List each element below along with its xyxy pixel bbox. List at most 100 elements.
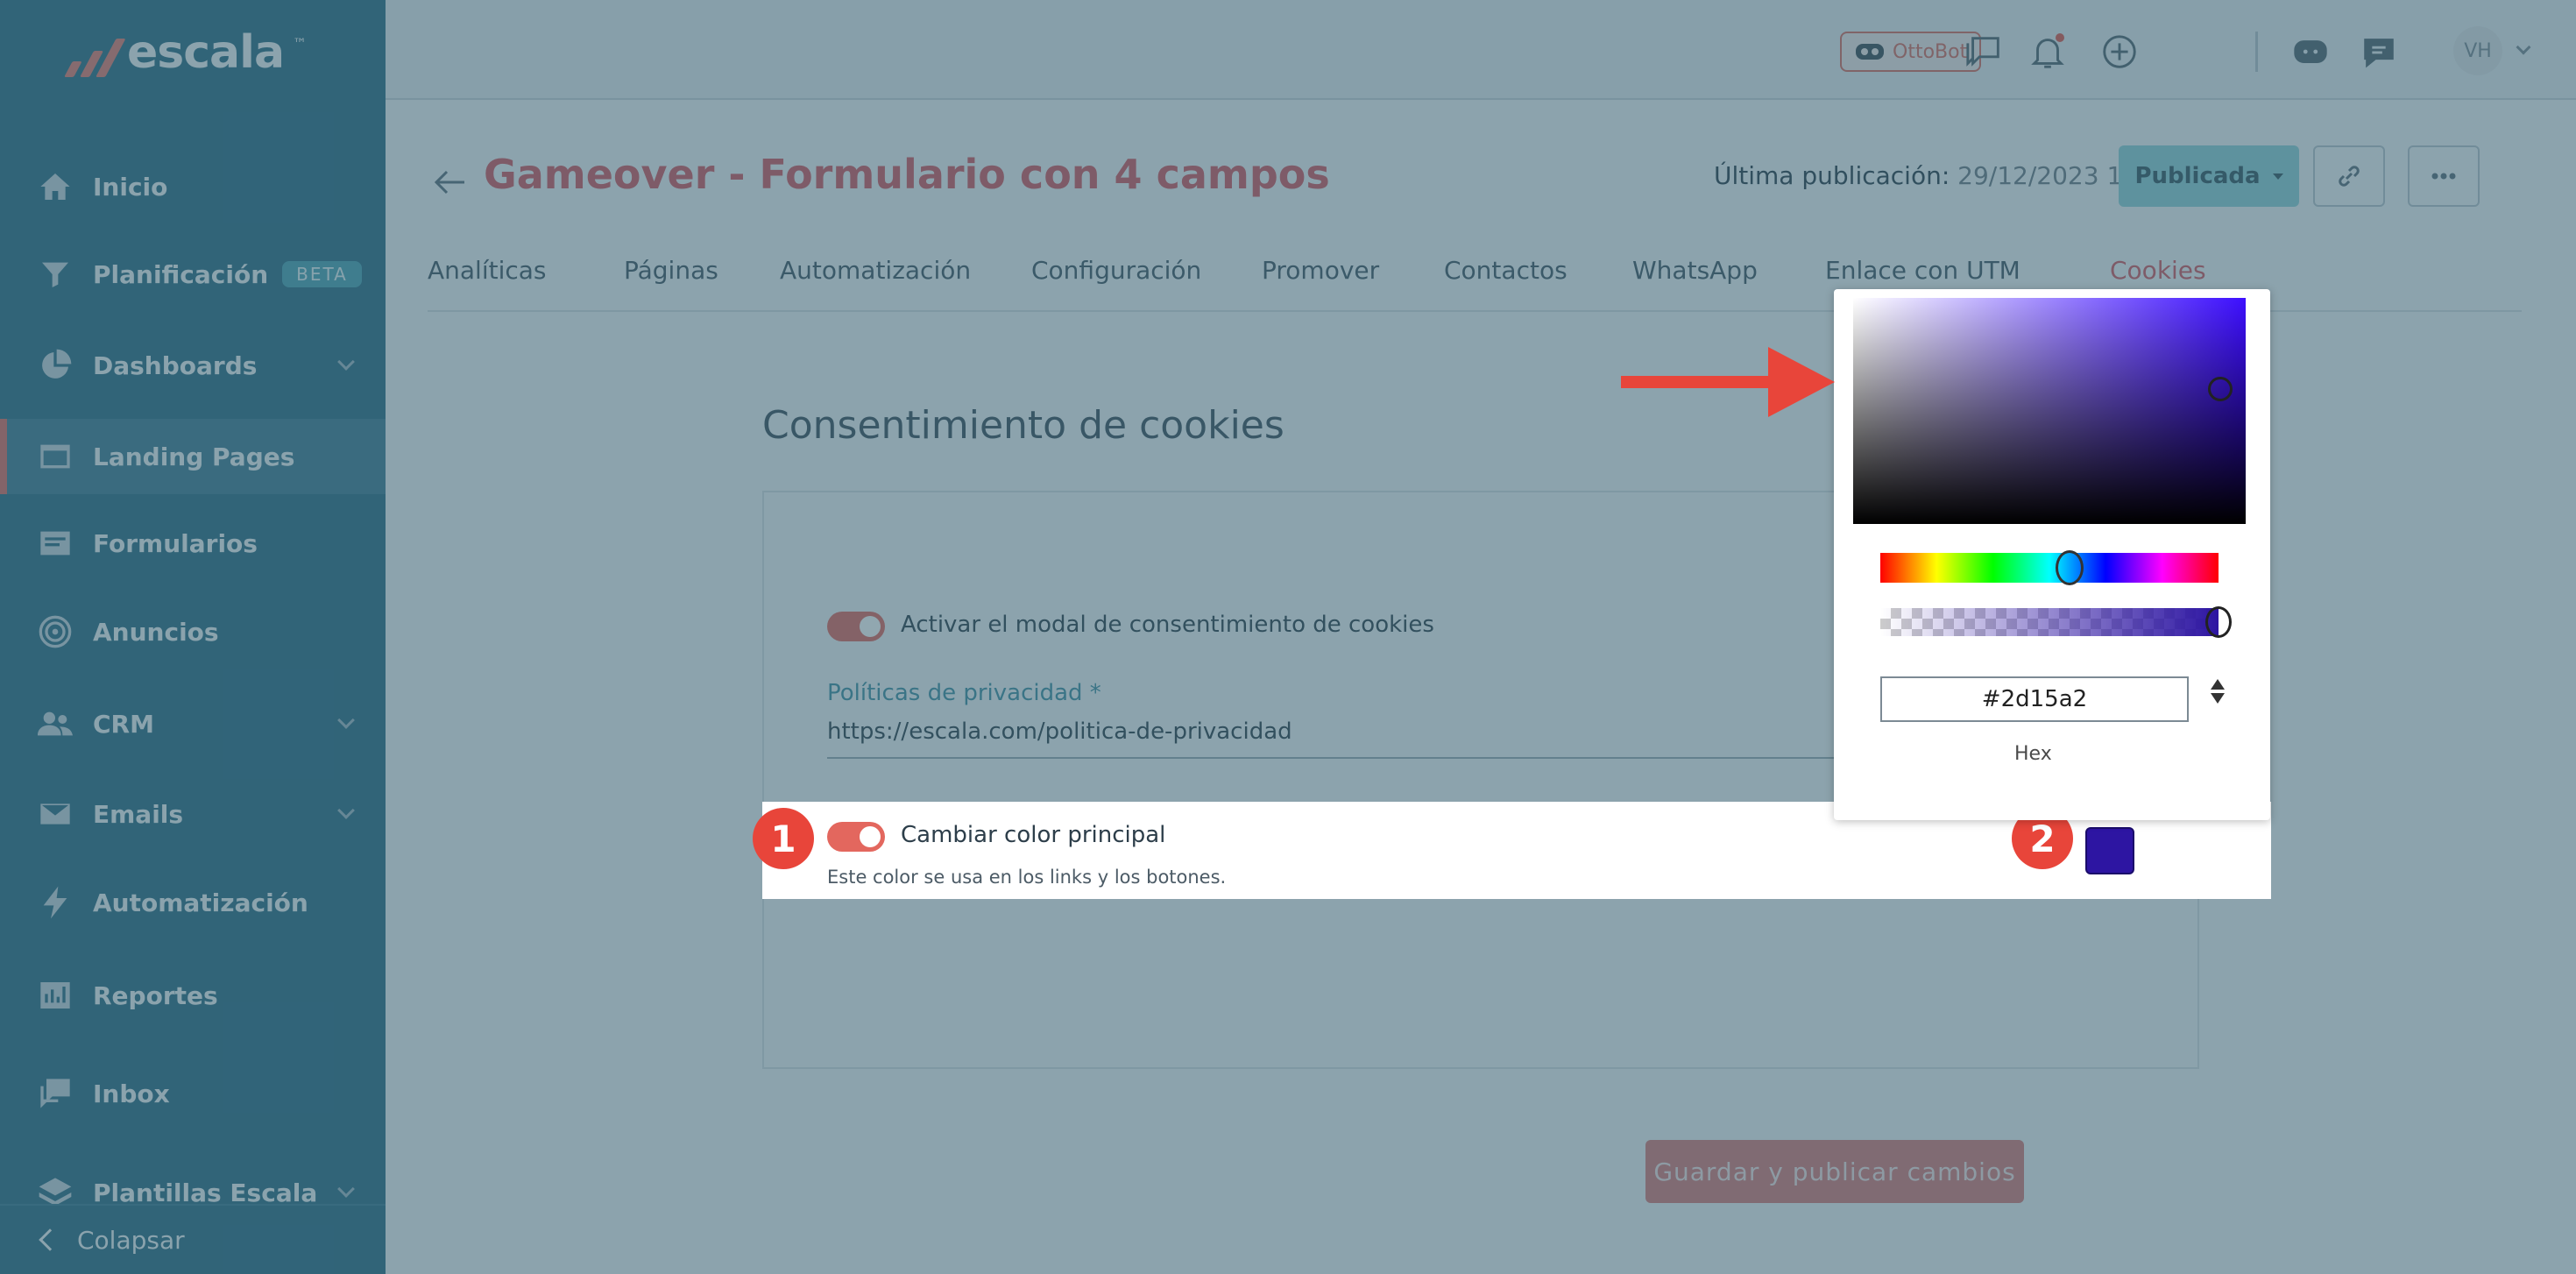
bar-report-icon bbox=[35, 975, 75, 1016]
tab-enlace-utm[interactable]: Enlace con UTM bbox=[1825, 256, 2020, 285]
tab-contactos[interactable]: Contactos bbox=[1444, 256, 1568, 285]
sidebar-item-label: Anuncios bbox=[93, 617, 219, 647]
sidebar-item-label: Planificación bbox=[93, 259, 269, 289]
browser-window-icon bbox=[35, 436, 75, 477]
bell-icon[interactable] bbox=[2026, 30, 2070, 74]
privacy-policy-input[interactable]: https://escala.com/politica-de-privacida… bbox=[827, 718, 1849, 759]
publish-status-button[interactable]: Publicada bbox=[2119, 145, 2299, 207]
plus-circle-icon[interactable] bbox=[2098, 30, 2141, 74]
sidebar-item-label: Dashboards bbox=[93, 350, 258, 380]
sidebar-item-label: Landing Pages bbox=[93, 442, 295, 471]
hex-input[interactable] bbox=[1880, 676, 2189, 722]
messages-icon[interactable] bbox=[1963, 30, 2006, 74]
ellipsis-icon bbox=[2431, 173, 2456, 180]
sidebar-item-formularios[interactable]: Formularios bbox=[0, 506, 386, 581]
page-title: Gameover - Formulario con 4 campos bbox=[484, 151, 1330, 198]
privacy-policy-label: Políticas de privacidad * bbox=[827, 680, 1101, 706]
color-mode-label: Hex bbox=[2014, 743, 2052, 765]
sidebar-item-crm[interactable]: CRM bbox=[0, 686, 386, 761]
sidebar-item-reportes[interactable]: Reportes bbox=[0, 958, 386, 1033]
triangle-down-icon bbox=[2211, 693, 2225, 704]
tab-paginas[interactable]: Páginas bbox=[624, 256, 718, 285]
chevron-down-icon bbox=[337, 711, 355, 729]
annotation-arrow-icon bbox=[1621, 347, 1835, 417]
sidebar-item-label: Emails bbox=[93, 799, 184, 829]
collapse-label: Colapsar bbox=[77, 1225, 185, 1255]
section-title: Consentimiento de cookies bbox=[762, 403, 1284, 448]
user-avatar[interactable]: VH bbox=[2453, 26, 2502, 75]
alpha-slider[interactable] bbox=[1880, 608, 2219, 636]
last-publication-label: Última publicación: bbox=[1714, 161, 1950, 190]
primary-color-swatch[interactable] bbox=[2085, 827, 2134, 874]
tab-cookies[interactable]: Cookies bbox=[2110, 256, 2206, 285]
support-chat-icon[interactable] bbox=[2357, 30, 2401, 74]
alpha-handle[interactable] bbox=[2205, 606, 2232, 638]
copy-link-button[interactable] bbox=[2313, 145, 2385, 207]
chevron-left-icon bbox=[39, 1228, 61, 1251]
hue-handle[interactable] bbox=[2056, 550, 2084, 585]
tab-promover[interactable]: Promover bbox=[1262, 256, 1379, 285]
sidebar-item-inbox[interactable]: Inbox bbox=[0, 1056, 386, 1131]
sidebar-item-inicio[interactable]: Inicio bbox=[0, 149, 386, 224]
color-picker-popup: Hex bbox=[1834, 289, 2270, 820]
beta-badge: BETA bbox=[282, 261, 362, 287]
format-toggle-stepper[interactable] bbox=[2211, 679, 2228, 714]
sidebar-item-label: Automatización bbox=[93, 888, 308, 917]
sidebar-item-landing-pages[interactable]: Landing Pages bbox=[0, 419, 386, 494]
change-color-label: Cambiar color principal bbox=[901, 822, 1166, 848]
activate-modal-toggle[interactable] bbox=[827, 612, 885, 641]
activate-modal-label: Activar el modal de consentimiento de co… bbox=[901, 612, 1434, 638]
triangle-up-icon bbox=[2211, 679, 2225, 690]
funnel-icon bbox=[35, 254, 75, 294]
saturation-handle[interactable] bbox=[2208, 377, 2233, 401]
back-arrow-icon[interactable] bbox=[429, 161, 471, 207]
publish-status-label: Publicada bbox=[2134, 163, 2261, 189]
sidebar-item-dashboards[interactable]: Dashboards bbox=[0, 328, 386, 403]
envelope-icon bbox=[35, 794, 75, 834]
caret-down-icon bbox=[2272, 173, 2283, 180]
change-color-helper: Este color se usa en los links y los bot… bbox=[827, 867, 1227, 888]
save-publish-button[interactable]: Guardar y publicar cambios bbox=[1645, 1140, 2024, 1203]
home-icon bbox=[35, 166, 75, 207]
chevron-down-icon[interactable] bbox=[2516, 39, 2531, 55]
chevron-down-icon bbox=[337, 1180, 355, 1198]
sidebar-item-anuncios[interactable]: Anuncios bbox=[0, 594, 386, 669]
sidebar-item-automatizacion[interactable]: Automatización bbox=[0, 865, 386, 940]
form-icon bbox=[35, 523, 75, 563]
escala-logo[interactable]: escala ™ bbox=[64, 26, 308, 79]
ottobot-label: OttoBot bbox=[1893, 40, 1968, 63]
more-options-button[interactable] bbox=[2408, 145, 2480, 207]
sidebar-item-label: Plantillas Escala bbox=[93, 1178, 318, 1207]
logo-text: escala bbox=[127, 26, 285, 79]
tab-automatizacion[interactable]: Automatización bbox=[780, 256, 971, 285]
logo-bars-icon bbox=[64, 28, 131, 77]
sidebar-item-emails[interactable]: Emails bbox=[0, 776, 386, 852]
ottobot-button[interactable]: OttoBot bbox=[1840, 32, 1982, 72]
sidebar-item-label: Reportes bbox=[93, 980, 218, 1010]
people-icon bbox=[35, 704, 75, 744]
chat-bubbles-icon bbox=[35, 1073, 75, 1114]
robot-icon bbox=[1856, 44, 1884, 60]
logo-trademark: ™ bbox=[293, 35, 308, 52]
notification-dot bbox=[2056, 33, 2064, 42]
last-publication: Última publicación: 29/12/2023 15:56 bbox=[1714, 161, 2177, 190]
hue-slider[interactable] bbox=[1880, 553, 2219, 583]
pie-chart-icon bbox=[35, 345, 75, 386]
target-icon bbox=[35, 612, 75, 652]
bot-assistant-icon[interactable] bbox=[2289, 30, 2332, 74]
collapse-sidebar-button[interactable]: Colapsar bbox=[0, 1204, 386, 1274]
chevron-down-icon bbox=[337, 802, 355, 819]
saturation-area[interactable] bbox=[1853, 298, 2246, 524]
sidebar-item-label: Inbox bbox=[93, 1079, 170, 1108]
sidebar-item-planificacion[interactable]: Planificación BETA bbox=[0, 237, 386, 312]
topbar: OttoBot VH bbox=[386, 0, 2576, 100]
topbar-divider bbox=[2255, 32, 2258, 72]
link-icon bbox=[2339, 166, 2360, 187]
change-color-toggle[interactable] bbox=[827, 822, 885, 852]
chevron-down-icon bbox=[337, 353, 355, 371]
lightning-icon bbox=[35, 882, 75, 923]
sidebar-item-label: Formularios bbox=[93, 528, 258, 558]
tab-whatsapp[interactable]: WhatsApp bbox=[1632, 256, 1758, 285]
tab-analiticas[interactable]: Analíticas bbox=[428, 256, 547, 285]
tab-configuracion[interactable]: Configuración bbox=[1031, 256, 1201, 285]
